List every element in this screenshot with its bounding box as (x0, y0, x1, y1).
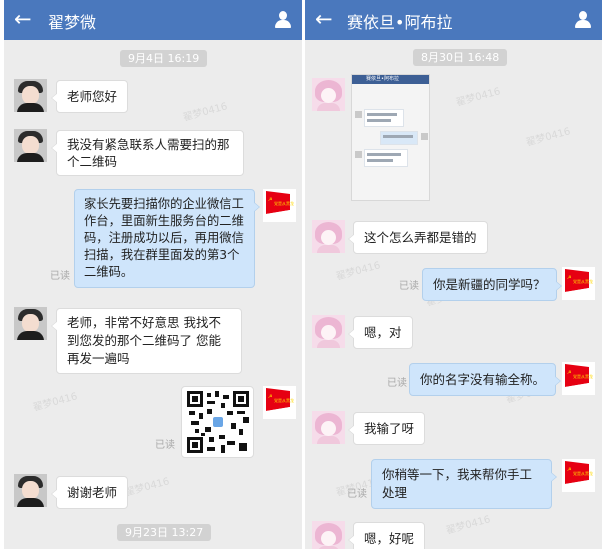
message-bubble-received[interactable]: 老师，非常不好意思 我找不到您发的那个二维码了 您能再发一遍吗 (51, 308, 242, 374)
timestamp: 9月4日 16:19 (120, 50, 208, 67)
chat-panel-right: ← 赛依旦•阿布拉 翟梦0416 翟梦0416 翟梦0416 翟梦0416 翟梦… (305, 0, 602, 549)
svg-text:☭: ☭ (268, 197, 273, 203)
flag-text: 党是从黑龙 (274, 200, 294, 206)
read-receipt: 已读 (387, 378, 407, 389)
read-receipt: 已读 (399, 281, 419, 292)
contact-avatar[interactable] (312, 315, 345, 348)
contact-avatar[interactable] (14, 307, 47, 340)
my-avatar[interactable]: ☭ 党是从黑龙 (263, 386, 296, 419)
user-profile-icon[interactable] (275, 11, 291, 29)
screenshot-image-message[interactable]: 赛依旦•阿布拉 (351, 74, 430, 201)
message-bubble-received[interactable]: 谢谢老师 (50, 476, 129, 509)
contact-avatar[interactable] (312, 411, 345, 444)
watermark: 翟梦0416 (181, 101, 229, 124)
svg-text:☭: ☭ (567, 370, 572, 376)
message-bubble-received[interactable]: 我输了呀 (347, 412, 426, 445)
contact-avatar[interactable] (14, 474, 47, 507)
contact-avatar[interactable] (14, 79, 47, 112)
qr-code-image-message[interactable] (181, 386, 254, 458)
contact-name: 翟梦微 (48, 13, 97, 32)
timestamp: 9月23日 13:27 (117, 524, 212, 541)
timestamp: 8月30日 16:48 (413, 49, 508, 66)
read-receipt: 已读 (347, 489, 367, 500)
message-bubble-received[interactable]: 这个怎么弄都是错的 (348, 221, 488, 254)
message-bubble-received[interactable]: 嗯，好呢 (347, 522, 426, 549)
watermark: 翟梦0416 (334, 260, 382, 283)
screenshot-title: 赛依旦•阿布拉 (366, 76, 399, 82)
watermark: 翟梦0416 (524, 126, 572, 149)
contact-avatar[interactable] (312, 78, 345, 111)
watermark: 翟梦0416 (444, 514, 492, 537)
svg-text:☭: ☭ (567, 467, 572, 473)
message-bubble-received[interactable]: 我没有紧急联系人需要扫的那个二维码 (51, 130, 244, 176)
flag-text: 党是从黑龙 (573, 470, 593, 476)
qr-code-image (187, 391, 249, 453)
message-bubble-sent[interactable]: 你是新疆的同学吗？ (422, 268, 562, 301)
svg-text:☭: ☭ (268, 394, 273, 400)
read-receipt: 已读 (50, 271, 70, 282)
message-bubble-sent[interactable]: 你的名字没有输全称。 (409, 363, 562, 396)
watermark: 翟梦0416 (123, 476, 171, 499)
chat-header: ← 翟梦微 (4, 0, 302, 40)
my-avatar[interactable]: ☭ 党是从黑龙 (562, 459, 595, 492)
flag-text: 党是从黑龙 (274, 397, 294, 403)
chat-header: ← 赛依旦•阿布拉 (305, 0, 602, 40)
message-bubble-sent[interactable]: 家长先要扫描你的企业微信工作台，里面新生服务台的二维码，注册成功以后，再用微信扫… (74, 189, 260, 288)
my-avatar[interactable]: ☭ 党是从黑龙 (562, 362, 595, 395)
message-bubble-received[interactable]: 嗯，对 (348, 316, 413, 349)
flag-text: 党是从黑龙 (573, 373, 593, 379)
my-avatar[interactable]: ☭ 党是从黑龙 (562, 267, 595, 300)
contact-avatar[interactable] (312, 220, 345, 253)
svg-text:☭: ☭ (567, 275, 572, 281)
contact-name: 赛依旦•阿布拉 (347, 13, 453, 32)
message-bubble-received[interactable]: 老师您好 (50, 80, 129, 113)
chat-panel-left: ← 翟梦微 翟梦0416 翟梦0416 翟梦0416 翟梦0416 9月4日 1… (4, 0, 302, 549)
read-receipt: 已读 (155, 440, 175, 451)
back-arrow-icon[interactable]: ← (14, 6, 32, 32)
flag-text: 党是从黑龙 (573, 278, 593, 284)
message-bubble-sent[interactable]: 你稍等一下，我来帮你手工处理 (371, 459, 557, 509)
back-arrow-icon[interactable]: ← (315, 6, 333, 32)
user-profile-icon[interactable] (575, 11, 591, 29)
watermark: 翟梦0416 (31, 391, 79, 414)
watermark: 翟梦0416 (454, 86, 502, 109)
contact-avatar[interactable] (312, 521, 345, 549)
my-avatar[interactable]: ☭ 党是从黑龙 (263, 189, 296, 222)
contact-avatar[interactable] (14, 129, 47, 162)
